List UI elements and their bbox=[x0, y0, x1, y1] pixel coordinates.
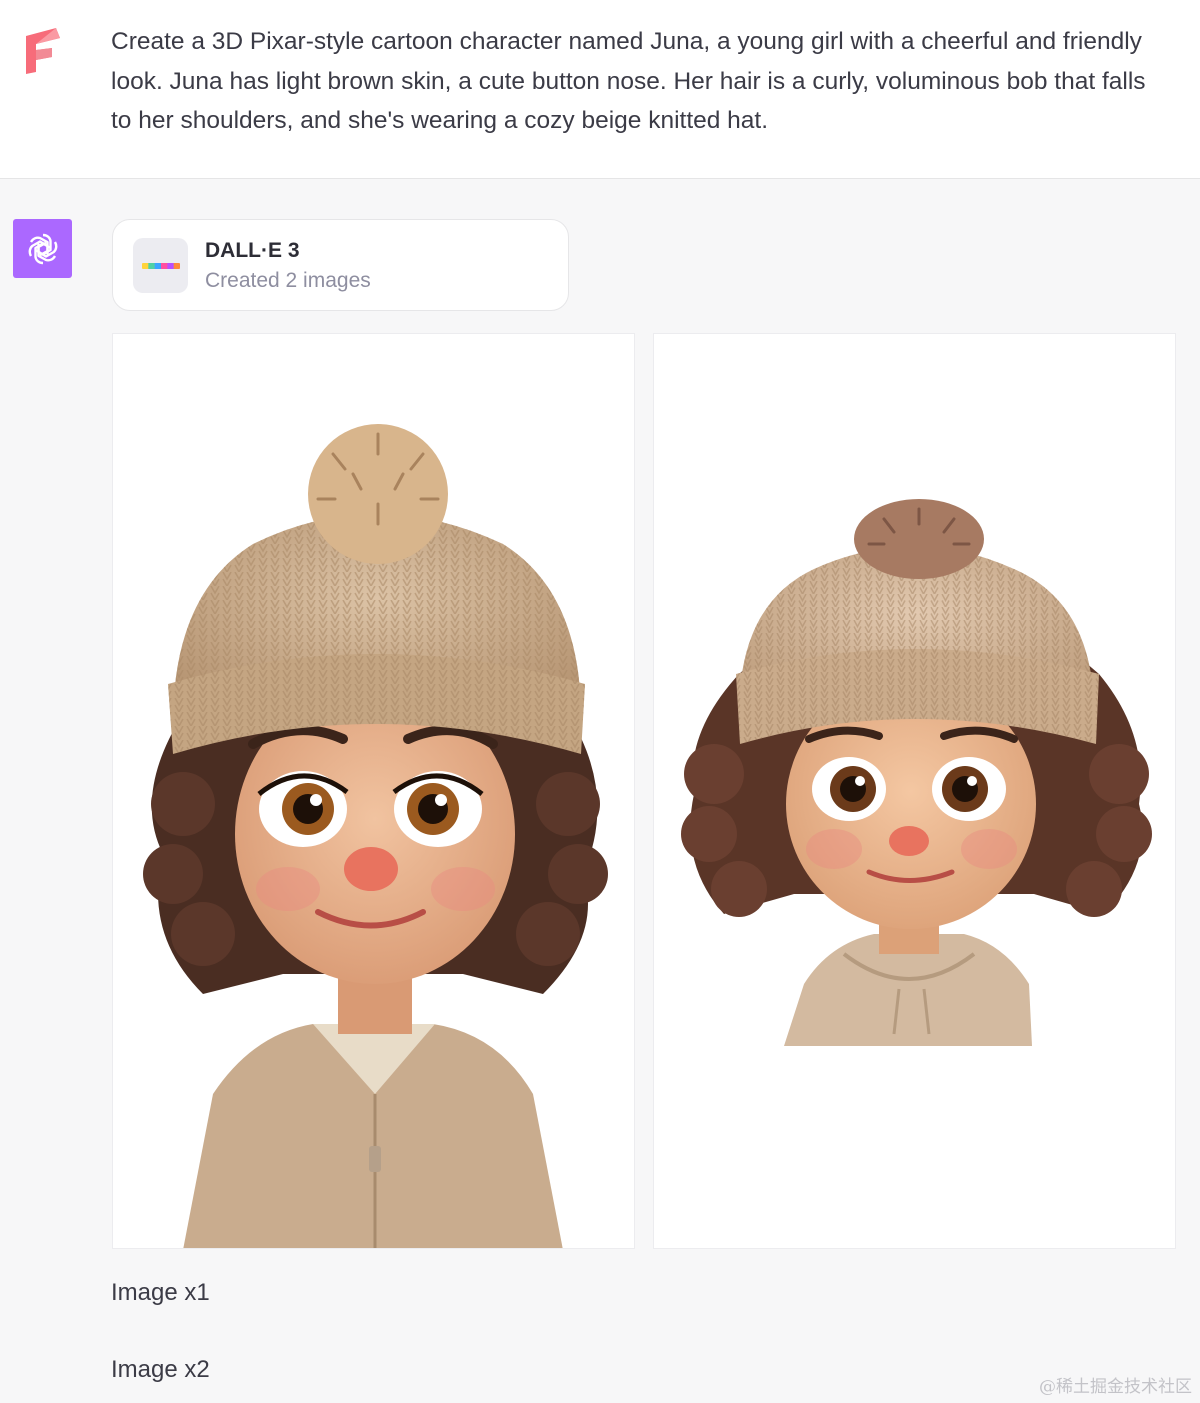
tool-status: Created 2 images bbox=[205, 269, 371, 292]
girl-hoodie-image bbox=[681, 499, 1152, 1046]
watermark: @稀土掘金技术社区 bbox=[1039, 1377, 1192, 1397]
generated-image-2[interactable] bbox=[653, 333, 1176, 1249]
dalle-palette-icon bbox=[133, 238, 188, 293]
tool-name: DALL·E 3 bbox=[205, 239, 300, 262]
user-logo-icon bbox=[26, 28, 60, 74]
generated-image-1[interactable] bbox=[112, 333, 635, 1249]
palette-swatch bbox=[173, 263, 180, 269]
dalle-tool-card[interactable]: DALL·E 3 Created 2 images bbox=[112, 219, 569, 311]
palette-swatch bbox=[154, 263, 162, 269]
openai-logo-icon bbox=[28, 233, 57, 264]
palette-swatch bbox=[142, 263, 149, 269]
user-message: Create a 3D Pixar-style cartoon characte… bbox=[0, 0, 1200, 179]
palette-swatch bbox=[161, 263, 168, 269]
girl-portrait-image bbox=[143, 424, 608, 1248]
assistant-avatar bbox=[13, 219, 72, 278]
image-label-2: Image x2 bbox=[111, 1356, 210, 1383]
palette-swatch bbox=[167, 263, 174, 269]
image-label-1: Image x1 bbox=[111, 1279, 210, 1306]
user-message-text: Create a 3D Pixar-style cartoon characte… bbox=[111, 28, 1146, 134]
palette-swatch bbox=[148, 263, 155, 269]
